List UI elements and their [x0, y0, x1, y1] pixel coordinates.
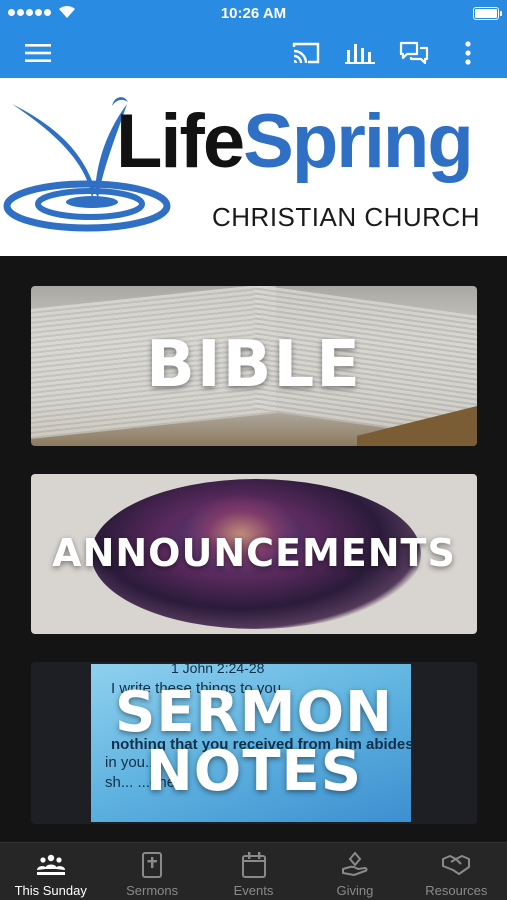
chat-icon[interactable] — [398, 38, 430, 68]
giving-hand-icon — [341, 851, 368, 876]
cast-icon[interactable] — [290, 38, 322, 68]
menu-icon[interactable] — [22, 38, 54, 68]
announcements-tile[interactable]: ANNOUNCEMENTS — [31, 474, 477, 634]
battery-icon — [473, 7, 502, 20]
tab-events[interactable]: Events — [203, 843, 304, 900]
sermon-notes-tile[interactable]: 1 John 2:24-28 I write these things to y… — [31, 662, 477, 824]
tab-label: Giving — [336, 883, 374, 898]
tab-label: Sermons — [126, 883, 179, 898]
status-time: 10:26 AM — [220, 5, 287, 22]
people-icon — [36, 854, 65, 875]
status-bar: 10:26 AM — [0, 0, 507, 28]
poll-icon[interactable] — [344, 38, 376, 68]
tab-giving[interactable]: Giving — [304, 843, 405, 900]
tab-label: Resources — [425, 883, 488, 898]
tab-label: Events — [233, 883, 274, 898]
tab-this-sunday[interactable]: This Sunday — [0, 843, 101, 900]
tab-resources[interactable]: Resources — [406, 843, 507, 900]
tab-label: This Sunday — [14, 883, 87, 898]
sermon-notes-label-line2: NOTES — [145, 739, 363, 804]
bottom-tab-bar: This Sunday Sermons Events Giving Resour… — [0, 842, 507, 900]
tab-sermons[interactable]: Sermons — [101, 843, 202, 900]
sermon-notes-tile-label: SERMON NOTES — [115, 680, 393, 804]
logo-word-life: Life — [116, 99, 245, 184]
logo-subtitle: CHRISTIAN CHURCH — [212, 202, 480, 232]
tile-list: BIBLE ANNOUNCEMENTS 1 John 2:24-28 I wri… — [0, 256, 507, 842]
logo-word-spring: Spring — [243, 99, 474, 184]
more-vertical-icon[interactable] — [452, 38, 484, 68]
church-logo-banner: LifeSpring CHRISTIAN CHURCH — [0, 78, 507, 256]
bible-icon — [142, 852, 163, 878]
bible-tile[interactable]: BIBLE — [31, 286, 477, 446]
handshake-icon — [442, 855, 471, 875]
logo-wordmark: LifeSpring — [116, 104, 474, 180]
announcements-tile-label: ANNOUNCEMENTS — [52, 531, 456, 576]
screen-verse-ref: 1 John 2:24-28 — [171, 662, 265, 676]
sermon-notes-label-line1: SERMON — [115, 680, 393, 746]
bible-tile-label: BIBLE — [146, 328, 362, 403]
app-bar — [0, 28, 507, 78]
calendar-icon — [241, 852, 266, 878]
